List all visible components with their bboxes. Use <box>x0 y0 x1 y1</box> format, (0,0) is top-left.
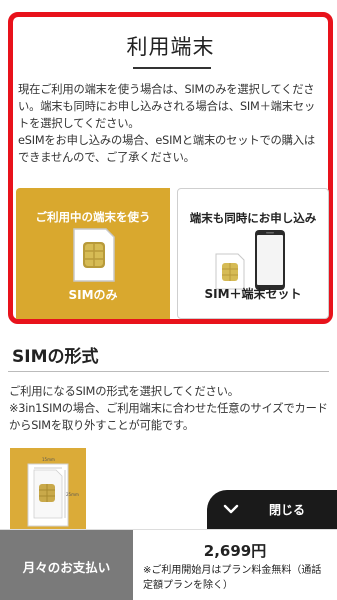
sim-card-icon <box>73 228 115 282</box>
description-line: ご利用になるSIMの形式を選択してください。 <box>9 385 239 398</box>
sim-type-card[interactable]: 15mm 25mm <box>10 448 86 538</box>
close-label: 閉じる <box>269 503 306 517</box>
close-button[interactable]: 閉じる <box>207 490 337 529</box>
sim-form-title: SIMの形式 <box>12 347 99 367</box>
sim-card-icon: 15mm 25mm <box>27 457 79 527</box>
option-sim-device-set[interactable]: 端末も同時にお申し込み SIM＋端末セット <box>177 188 329 319</box>
device-description: 現在ご利用の端末を使う場合は、SIMのみを選択してください。端末も同時にお申し込… <box>18 81 324 166</box>
monthly-price: 2,699円 <box>203 542 267 560</box>
description-line: eSIMをお申し込みの場合、eSIMと端末のセットでの購入はできませんので、ご了… <box>18 134 315 164</box>
divider <box>8 371 329 372</box>
title-underline <box>133 67 211 69</box>
option-sim-only[interactable]: ご利用中の端末を使う SIMのみ <box>16 188 170 319</box>
description-line: 現在ご利用の端末を使う場合は、SIMのみを選択してください。端末も同時にお申し込… <box>18 83 316 130</box>
price-note: ※ご利用開始月はプラン料金無料（通話定額プランを除く） <box>143 565 322 591</box>
payment-label: 月々のお支払い <box>22 560 111 575</box>
device-selection-panel: 利用端末 現在ご利用の端末を使う場合は、SIMのみを選択してください。端末も同時… <box>8 12 333 324</box>
phone-icon <box>255 230 285 290</box>
sim-form-description: ご利用になるSIMの形式を選択してください。 ※3in1SIMの場合、ご利用端末… <box>9 383 331 434</box>
chevron-down-icon <box>223 504 239 514</box>
option-bottom-label: SIMのみ <box>68 288 118 302</box>
description-line: ※3in1SIMの場合、ご利用端末に合わせた任意のサイズでカードからSIMを取り… <box>9 402 328 432</box>
payment-bar: 月々のお支払い 2,699円 ※ご利用開始月はプラン料金無料（通話定額プランを除… <box>0 529 337 600</box>
dim-label: 15mm <box>42 457 55 462</box>
option-top-label: ご利用中の端末を使う <box>35 210 151 224</box>
dim-label: 25mm <box>66 492 79 497</box>
option-bottom-label: SIM＋端末セット <box>204 287 302 301</box>
option-top-label: 端末も同時にお申し込み <box>189 211 317 225</box>
section-title: 利用端末 <box>126 35 215 59</box>
payment-label-box: 月々のお支払い <box>0 530 133 600</box>
